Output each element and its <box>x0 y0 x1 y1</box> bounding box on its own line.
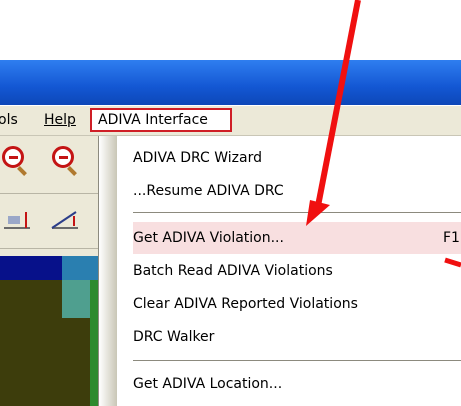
annotation-arrow-head <box>306 200 330 226</box>
annotation-arrow-shaft <box>315 0 361 207</box>
annotation-arrow-stub <box>444 257 461 268</box>
annotation-overlay <box>306 0 461 268</box>
